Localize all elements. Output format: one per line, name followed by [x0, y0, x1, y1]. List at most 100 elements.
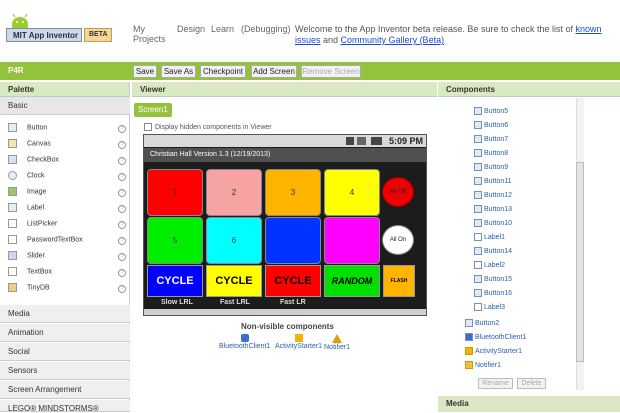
button-icon — [474, 289, 482, 298]
display-hidden-checkbox[interactable] — [144, 123, 152, 131]
color-button-4[interactable]: 4 — [324, 169, 380, 216]
save-button[interactable]: Save — [133, 65, 157, 78]
phone-status-bar — [144, 135, 426, 147]
speed-label-slow-lrl: Slow LRL — [161, 299, 193, 306]
color-button-3[interactable]: 3 — [265, 169, 321, 216]
tree-item-notifier1[interactable]: Notifier1 — [465, 360, 501, 374]
palette-section-lego[interactable]: LEGO® MINDSTORMS® — [0, 400, 130, 413]
tree-item-button15[interactable]: Button15 — [474, 274, 512, 288]
palette-item-label[interactable]: Label? — [8, 203, 126, 219]
tree-item-label1[interactable]: Label1 — [474, 232, 505, 246]
palette-item-tinydb[interactable]: TinyDB? — [8, 283, 126, 299]
help-icon[interactable]: ? — [118, 125, 126, 133]
tree-item-button7[interactable]: Button7 — [474, 134, 508, 148]
tree-item-bluetoothclient1[interactable]: BluetoothClient1 — [465, 332, 526, 346]
project-name: P4R — [8, 66, 24, 75]
screen1-tab[interactable]: Screen1 — [134, 103, 172, 117]
welcome-and-text: and — [320, 35, 341, 45]
tree-item-label3[interactable]: Label3 — [474, 302, 505, 316]
button-icon — [474, 205, 482, 214]
palette-item-listpicker[interactable]: ListPicker? — [8, 219, 126, 235]
nonvisible-notifier1[interactable]: Notifier1 — [324, 334, 350, 351]
password-icon — [8, 235, 17, 244]
nonvisible-activitystarter1[interactable]: ActivityStarter1 — [275, 334, 322, 350]
random-button[interactable]: RANDOM — [324, 265, 380, 297]
color-button-1[interactable]: 1 — [147, 169, 203, 216]
tree-item-button13[interactable]: Button13 — [474, 204, 512, 218]
tree-item-label: BluetoothClient1 — [475, 334, 527, 341]
palette-section-basic[interactable]: Basic — [0, 97, 130, 115]
palette-section-screen-arrangement[interactable]: Screen Arrangement — [0, 381, 130, 399]
tree-item-button2[interactable]: Button2 — [465, 318, 499, 332]
help-icon[interactable]: ? — [118, 285, 126, 293]
tree-item-button10[interactable]: Button10 — [474, 218, 512, 232]
components-scroll-thumb[interactable] — [576, 162, 584, 362]
tree-item-label: Button2 — [475, 320, 500, 327]
palette-item-clock[interactable]: Clock? — [8, 171, 126, 187]
nav-design[interactable]: Design — [177, 24, 205, 34]
palette-item-passwordtextbox[interactable]: PasswordTextBox? — [8, 235, 126, 251]
help-icon[interactable]: ? — [118, 173, 126, 181]
palette-section-social[interactable]: Social — [0, 343, 130, 361]
community-gallery-link[interactable]: Community Gallery (Beta) — [341, 35, 445, 45]
tree-item-label: Button7 — [484, 136, 509, 143]
tree-item-button16[interactable]: Button16 — [474, 288, 512, 302]
palette-item-slider[interactable]: Slider? — [8, 251, 126, 267]
color-button-6[interactable]: 6 — [206, 217, 262, 264]
palette-item-image[interactable]: Image? — [8, 187, 126, 203]
palette-item-canvas[interactable]: Canvas? — [8, 139, 126, 155]
cycle-button-fast-lr[interactable]: CYCLE — [265, 265, 321, 297]
color-button-2[interactable]: 2 — [206, 169, 262, 216]
palette-section-sensors[interactable]: Sensors — [0, 362, 130, 380]
palette-item-label: Button — [27, 124, 48, 132]
tree-item-button11[interactable]: Button11 — [474, 176, 512, 190]
all-on-button[interactable]: All On — [382, 225, 414, 255]
button-icon — [474, 275, 482, 284]
help-icon[interactable]: ? — [118, 141, 126, 149]
nonvisible-bluetoothclient1[interactable]: BluetoothClient1 — [219, 334, 270, 350]
delete-button[interactable]: Delete — [517, 378, 546, 389]
help-icon[interactable]: ? — [118, 157, 126, 165]
help-icon[interactable]: ? — [118, 189, 126, 197]
help-icon[interactable]: ? — [118, 253, 126, 261]
tree-item-activitystarter1[interactable]: ActivityStarter1 — [465, 346, 522, 360]
cycle-button-fast-lrl[interactable]: CYCLE — [206, 265, 262, 297]
add-screen-button[interactable]: Add Screen — [251, 65, 297, 78]
nav-learn[interactable]: Learn — [211, 24, 234, 34]
checkpoint-button[interactable]: Checkpoint — [200, 65, 246, 78]
database-icon — [8, 283, 17, 292]
flash-button[interactable]: FLASH — [383, 265, 415, 297]
app-inventor-logo[interactable]: MIT App Inventor — [6, 28, 82, 42]
color-button-7[interactable] — [265, 217, 321, 264]
remove-screen-button[interactable]: Remove Screen — [301, 65, 361, 78]
cycle-button-slow-lrl[interactable]: CYCLE — [147, 265, 203, 297]
help-icon[interactable]: ? — [118, 205, 126, 213]
tree-item-button6[interactable]: Button6 — [474, 120, 508, 134]
rename-button[interactable]: Rename — [478, 378, 513, 389]
palette-item-checkbox[interactable]: CheckBox? — [8, 155, 126, 171]
lightning-icon — [294, 334, 303, 342]
tree-item-label: Button13 — [484, 206, 513, 213]
palette-item-label: Clock — [27, 172, 45, 180]
palette-item-textbox[interactable]: TextBox? — [8, 267, 126, 283]
tree-item-label: Notifier1 — [475, 362, 502, 369]
tree-item-button8[interactable]: Button8 — [474, 148, 508, 162]
tree-item-button5[interactable]: Button5 — [474, 106, 508, 120]
slider-icon — [8, 251, 17, 260]
help-icon[interactable]: ? — [118, 237, 126, 245]
tree-item-button14[interactable]: Button14 — [474, 246, 512, 260]
palette-item-button[interactable]: Button? — [8, 123, 126, 139]
palette-section-media[interactable]: Media — [0, 305, 130, 323]
tree-item-button9[interactable]: Button9 — [474, 162, 508, 176]
help-icon[interactable]: ? — [118, 221, 126, 229]
color-button-5[interactable]: 5 — [147, 217, 203, 264]
tree-item-label2[interactable]: Label2 — [474, 260, 505, 274]
palette-section-animation[interactable]: Animation — [0, 324, 130, 342]
save-as-button[interactable]: Save As — [161, 65, 196, 78]
nav-my-projects[interactable]: My Projects — [133, 24, 169, 44]
help-icon[interactable]: ? — [118, 269, 126, 277]
all-off-button[interactable]: All Off — [382, 177, 414, 207]
tree-item-button12[interactable]: Button12 — [474, 190, 512, 204]
nav-debugging[interactable]: (Debugging) — [241, 24, 291, 34]
color-button-8[interactable] — [324, 217, 380, 264]
